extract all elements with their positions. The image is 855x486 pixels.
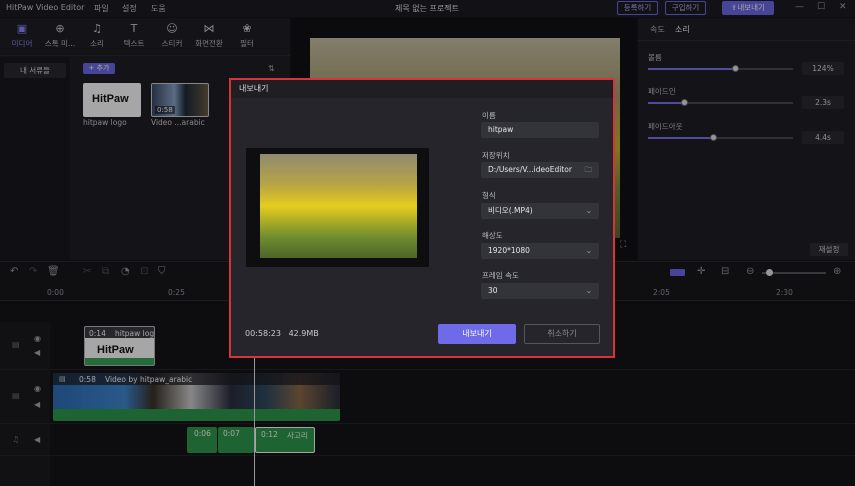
- resolution-label: 해상도: [482, 231, 503, 240]
- format-label: 형식: [482, 191, 496, 200]
- chevron-down-icon: ⌄: [585, 206, 592, 215]
- dialog-preview-image: [260, 154, 417, 258]
- framerate-select[interactable]: 30 ⌄: [481, 283, 599, 299]
- export-size: 42.9MB: [288, 329, 319, 338]
- folder-icon[interactable]: 🗀: [585, 162, 593, 178]
- dialog-preview: [246, 148, 429, 267]
- format-value: 비디오(.MP4): [488, 206, 533, 215]
- format-select[interactable]: 비디오(.MP4) ⌄: [481, 203, 599, 219]
- export-info: 00:58:23 42.9MB: [245, 329, 319, 338]
- path-input[interactable]: D:/Users/V...ideoEditor 🗀: [481, 162, 599, 178]
- resolution-select[interactable]: 1920*1080 ⌄: [481, 243, 599, 259]
- resolution-value: 1920*1080: [488, 246, 530, 255]
- path-value: D:/Users/V...ideoEditor: [488, 165, 572, 174]
- dialog-title: 내보내기: [239, 84, 269, 93]
- name-label: 이름: [482, 111, 496, 120]
- chevron-down-icon: ⌄: [585, 246, 592, 255]
- framerate-value: 30: [488, 286, 498, 295]
- export-duration: 00:58:23: [245, 329, 281, 338]
- chevron-down-icon: ⌄: [585, 286, 592, 295]
- name-input[interactable]: hitpaw: [481, 122, 599, 138]
- dialog-title-bar: 내보내기: [231, 80, 613, 98]
- export-button[interactable]: 내보내기: [438, 324, 516, 344]
- cancel-button[interactable]: 취소하기: [524, 324, 600, 344]
- path-label: 저장위치: [482, 151, 510, 160]
- framerate-label: 프레임 속도: [482, 271, 519, 280]
- export-dialog: 내보내기 이름 hitpaw 저장위치 D:/Users/V...ideoEdi…: [229, 78, 615, 358]
